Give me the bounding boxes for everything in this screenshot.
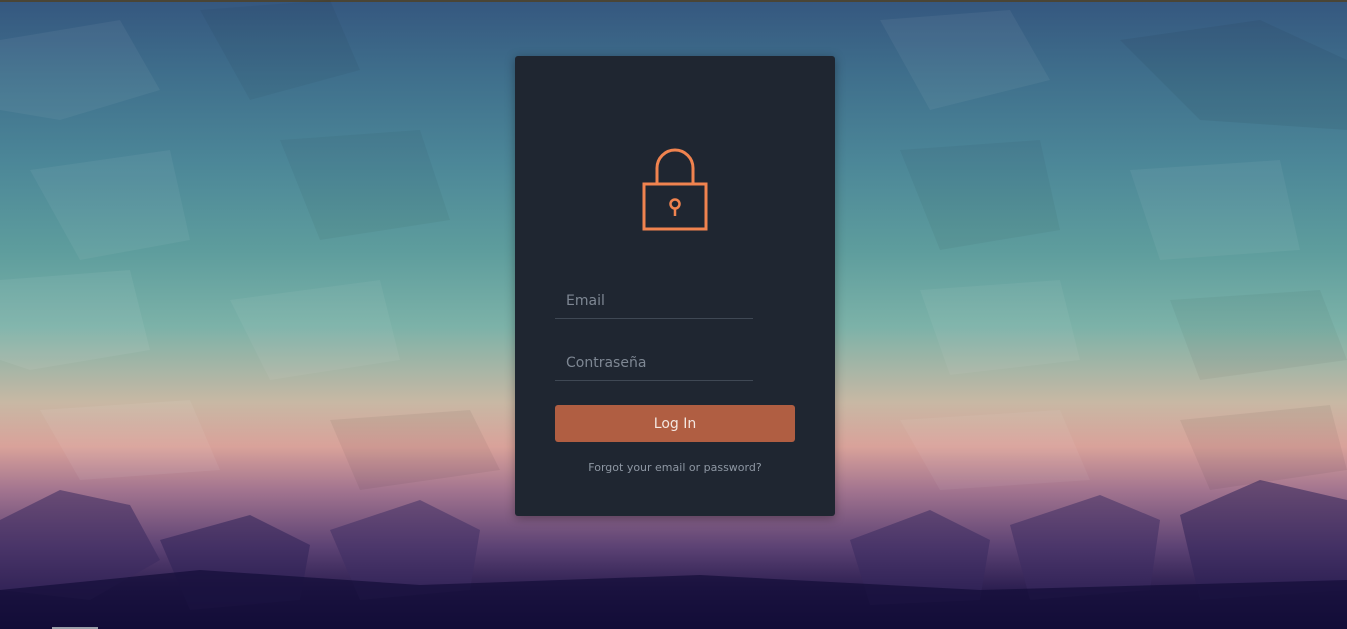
password-input[interactable]: [555, 346, 753, 380]
lock-icon: [642, 148, 708, 231]
email-input[interactable]: [555, 284, 753, 318]
password-field-wrapper: [555, 346, 753, 381]
email-field-wrapper: [555, 284, 753, 319]
login-card: Log In Forgot your email or password?: [515, 56, 835, 516]
forgot-credentials-link[interactable]: Forgot your email or password?: [515, 461, 835, 474]
login-button[interactable]: Log In: [555, 405, 795, 442]
login-page: Log In Forgot your email or password?: [0, 0, 1347, 629]
